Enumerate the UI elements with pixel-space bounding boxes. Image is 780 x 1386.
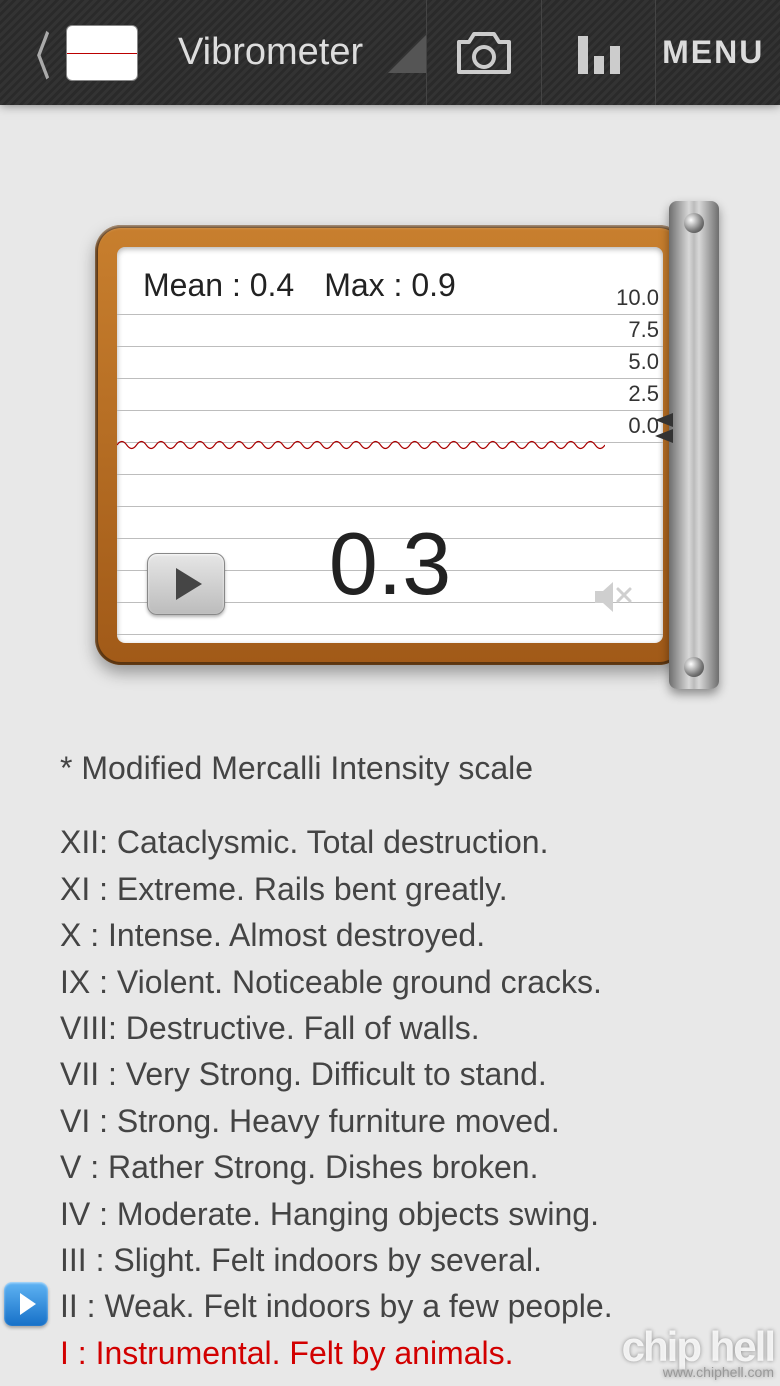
back-icon[interactable]: 〈 xyxy=(20,17,50,89)
pointer-upper xyxy=(643,413,673,427)
pointer-lower xyxy=(643,429,673,443)
scale-row: VII : Very Strong. Difficult to stand. xyxy=(60,1051,720,1097)
corner-play-badge[interactable] xyxy=(4,1282,48,1326)
play-button[interactable] xyxy=(147,553,225,615)
app-header: 〈 Vibrometer MENU xyxy=(0,0,780,105)
camera-icon xyxy=(455,30,513,76)
scale-row: VIII: Destructive. Fall of walls. xyxy=(60,1005,720,1051)
scale-row: XI : Extreme. Rails bent greatly. xyxy=(60,866,720,912)
scale-row: X : Intense. Almost destroyed. xyxy=(60,912,720,958)
scale-title: * Modified Mercalli Intensity scale xyxy=(60,745,720,791)
scale-row: IV : Moderate. Hanging objects swing. xyxy=(60,1191,720,1237)
meter-device: Mean : 0.4 Max : 0.9 10.0 7.5 5.0 2.5 0.… xyxy=(95,225,685,665)
play-icon xyxy=(176,568,202,600)
camera-button[interactable] xyxy=(426,0,541,105)
scale-row: IX : Violent. Noticeable ground cracks. xyxy=(60,959,720,1005)
scale-row: II : Weak. Felt indoors by a few people. xyxy=(60,1283,720,1329)
play-icon xyxy=(20,1293,36,1315)
scale-row: V : Rather Strong. Dishes broken. xyxy=(60,1144,720,1190)
scale-row: III : Slight. Felt indoors by several. xyxy=(60,1237,720,1283)
app-title: Vibrometer xyxy=(178,31,363,74)
scroll-handle[interactable] xyxy=(669,201,719,689)
app-logo-icon[interactable] xyxy=(66,25,138,81)
menu-button[interactable]: MENU xyxy=(655,0,770,105)
stats-button[interactable] xyxy=(541,0,656,105)
mercalli-scale: * Modified Mercalli Intensity scale XII:… xyxy=(60,745,720,1376)
signal-icon xyxy=(391,33,426,73)
mute-icon[interactable] xyxy=(593,580,633,623)
meter-screen: Mean : 0.4 Max : 0.9 10.0 7.5 5.0 2.5 0.… xyxy=(117,247,663,643)
watermark: chip hell www.chiphell.com xyxy=(622,1330,774,1380)
scale-row: VI : Strong. Heavy furniture moved. xyxy=(60,1098,720,1144)
mean-value: Mean : 0.4 xyxy=(143,267,294,304)
menu-label: MENU xyxy=(662,34,764,71)
seismograph-waveform xyxy=(117,435,605,455)
max-value: Max : 0.9 xyxy=(324,267,456,304)
bar-chart-icon xyxy=(574,28,624,78)
scale-row: XII: Cataclysmic. Total destruction. xyxy=(60,819,720,865)
